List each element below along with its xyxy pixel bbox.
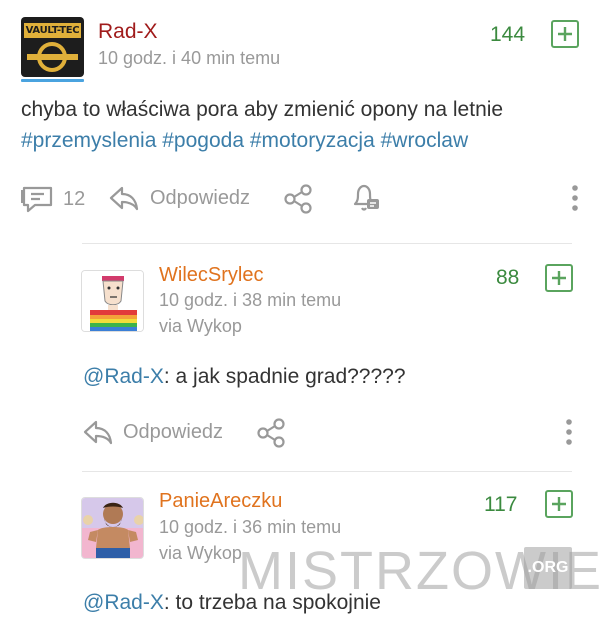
reply-button[interactable]: Odpowiedz bbox=[108, 184, 250, 212]
post-body: chyba to właściwa pora aby zmienić opony… bbox=[21, 94, 581, 156]
share-button[interactable] bbox=[256, 417, 288, 449]
avatar-image bbox=[82, 498, 143, 558]
post-author[interactable]: Rad-X bbox=[98, 20, 158, 44]
comment-count: 12 bbox=[63, 187, 86, 210]
comment-timestamp: 10 godz. i 36 min temu bbox=[159, 517, 342, 537]
more-vertical-icon bbox=[572, 185, 578, 211]
comment-score: 117 bbox=[484, 493, 518, 516]
bell-icon bbox=[353, 184, 379, 211]
tag-link[interactable]: #pogoda bbox=[162, 129, 244, 152]
avatar[interactable] bbox=[81, 497, 144, 559]
more-options-button[interactable] bbox=[568, 183, 582, 213]
tag-link[interactable]: #przemyslenia bbox=[21, 129, 156, 152]
plus-icon bbox=[552, 497, 566, 511]
post-text: chyba to właściwa pora aby zmienić opony… bbox=[21, 98, 504, 121]
avatar-logo-text: VAULT-TEC bbox=[24, 23, 81, 38]
comment-author[interactable]: PanieAreczku bbox=[159, 490, 282, 513]
post-score: 144 bbox=[490, 23, 526, 46]
upvote-button[interactable] bbox=[545, 490, 573, 518]
tag-link[interactable]: #wroclaw bbox=[381, 129, 469, 152]
mention-link[interactable]: @Rad-X bbox=[83, 591, 164, 614]
mention-link[interactable]: @Rad-X bbox=[83, 365, 164, 388]
post-timestamp: 10 godz. i 40 min temu bbox=[98, 48, 281, 68]
more-options-button[interactable] bbox=[562, 417, 576, 447]
comment-icon bbox=[21, 186, 53, 213]
avatar[interactable]: VAULT-TEC bbox=[21, 17, 84, 77]
reply-label: Odpowiedz bbox=[150, 186, 251, 209]
reply-icon bbox=[83, 420, 113, 445]
plus-icon bbox=[558, 27, 572, 41]
more-vertical-icon bbox=[566, 419, 572, 445]
comments-button[interactable]: 12 bbox=[21, 184, 85, 214]
comment-text: : a jak spadnie grad????? bbox=[163, 365, 406, 388]
comment-source: via Wykop bbox=[159, 316, 242, 336]
comment-author[interactable]: WilecSrylec bbox=[159, 264, 263, 287]
upvote-button[interactable] bbox=[545, 264, 573, 292]
share-button[interactable] bbox=[283, 183, 315, 215]
watermark-suffix: .ORG bbox=[524, 547, 572, 589]
reply-icon bbox=[109, 186, 139, 211]
upvote-button[interactable] bbox=[551, 20, 579, 48]
avatar-underline bbox=[21, 79, 84, 82]
comment-body: @Rad-X: a jak spadnie grad????? bbox=[83, 361, 406, 392]
avatar-image bbox=[82, 271, 143, 331]
divider bbox=[82, 471, 572, 472]
share-icon bbox=[257, 418, 285, 448]
plus-icon bbox=[552, 271, 566, 285]
divider bbox=[82, 243, 572, 244]
comment-source: via Wykop bbox=[159, 543, 242, 563]
avatar[interactable] bbox=[81, 270, 144, 332]
comment-timestamp: 10 godz. i 38 min temu bbox=[159, 290, 342, 310]
notify-button[interactable] bbox=[349, 182, 381, 214]
comment-score: 88 bbox=[496, 266, 520, 289]
reply-button[interactable]: Odpowiedz bbox=[82, 418, 223, 446]
reply-label: Odpowiedz bbox=[123, 420, 224, 443]
tag-link[interactable]: #motoryzacja bbox=[250, 129, 375, 152]
share-icon bbox=[284, 184, 312, 214]
